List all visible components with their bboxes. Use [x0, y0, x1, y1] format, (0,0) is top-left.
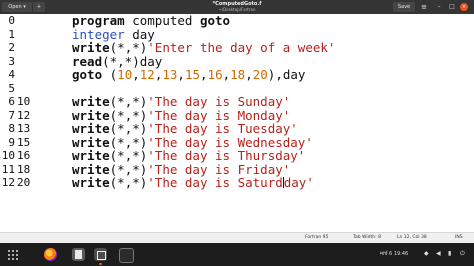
status-bar: Fortran 95 Tab Width: 8 Ln 12, Col 38 IN… — [0, 232, 474, 243]
volume-icon[interactable]: ◀ — [436, 251, 442, 257]
insert-mode: INS — [455, 235, 463, 240]
hamburger-menu-icon[interactable]: ≡ — [418, 2, 430, 12]
code-text: (*,*) — [109, 175, 148, 190]
line-number: 8 — [8, 122, 15, 135]
files-icon[interactable] — [72, 248, 85, 261]
code-line: write(*,*)'The day is Monday' — [72, 108, 290, 123]
code-text: ),day — [267, 67, 306, 82]
line-number: 11 — [1, 162, 15, 176]
save-button[interactable]: Save — [393, 2, 415, 12]
statement-label: 13 — [17, 122, 31, 135]
number-literal: 13 — [162, 67, 178, 82]
comma: , — [222, 67, 231, 82]
comma: , — [132, 67, 140, 82]
number-literal: 16 — [207, 67, 223, 82]
open-label: Open — [8, 4, 22, 10]
comma: , — [245, 67, 253, 82]
line-number-gutter: 0 1 2 3 4 5 6 7 8 9 10 11 12 10 12 13 15… — [0, 14, 34, 232]
statement-label: 16 — [17, 149, 31, 162]
statement-label: 10 — [17, 95, 31, 108]
code-line: write(*,*)'The day is Friday' — [72, 162, 290, 177]
taskbar: मार्च 6 19:46 ◆ ◀ ▮ ⏻ — [0, 243, 474, 266]
string-literal: 'Enter the day of a week' — [147, 40, 336, 55]
comma: , — [177, 67, 185, 82]
code-line: goto (10,12,13,15,16,18,20),day — [72, 68, 305, 82]
statement-label: 12 — [17, 108, 31, 122]
text-editor[interactable]: 0 1 2 3 4 5 6 7 8 9 10 11 12 10 12 13 15… — [0, 14, 474, 232]
code-line: write(*,*)'The day is Sunday' — [72, 95, 290, 109]
text-editor-icon[interactable] — [94, 248, 107, 261]
number-literal: 10 — [117, 67, 133, 82]
number-literal: 18 — [230, 67, 246, 82]
network-icon[interactable]: ◆ — [424, 251, 430, 257]
statement-label: 18 — [17, 162, 31, 176]
code-line: program computed goto — [72, 14, 230, 28]
number-literal: 20 — [252, 67, 268, 82]
chevron-down-icon: ▾ — [23, 4, 26, 10]
battery-icon[interactable]: ▮ — [448, 251, 454, 257]
tab-width-selector[interactable]: Tab Width: 8 — [353, 235, 381, 241]
line-number: 0 — [8, 14, 15, 27]
line-number: 9 — [8, 135, 15, 149]
close-icon[interactable]: × — [460, 3, 468, 11]
keyword: goto — [72, 67, 103, 82]
string-literal: 'The day is Saturd — [147, 175, 283, 190]
clock[interactable]: मार्च 6 19:46 — [380, 250, 408, 258]
code-line: integer day — [72, 27, 155, 42]
new-document-button[interactable]: + — [33, 2, 45, 12]
header-bar: Open ▾ + *ComputedGoto.f ~/Desktop/Fortr… — [0, 0, 474, 14]
code-line: read(*,*)day — [72, 54, 162, 69]
line-number: 5 — [8, 81, 15, 95]
line-number: 1 — [8, 27, 15, 41]
language-selector[interactable]: Fortran 95 — [305, 235, 328, 241]
maximize-icon[interactable]: □ — [447, 3, 457, 11]
statement-label: 15 — [17, 135, 31, 149]
line-number: 2 — [8, 41, 15, 54]
statement-label: 20 — [17, 176, 31, 189]
cursor-position[interactable]: Ln 12, Col 38 — [397, 235, 427, 241]
code-text: ( — [102, 67, 118, 82]
line-number: 10 — [1, 149, 15, 162]
code-line: write(*,*)'Enter the day of a week' — [72, 41, 335, 55]
plus-icon: + — [36, 4, 42, 10]
keyword: goto — [199, 13, 231, 28]
terminal-icon[interactable] — [119, 248, 134, 263]
line-number: 6 — [8, 95, 15, 108]
keyword: write — [72, 175, 110, 190]
power-icon[interactable]: ⏻ — [460, 251, 466, 257]
code-line: write(*,*)'The day is Tuesday' — [72, 122, 298, 136]
line-number: 12 — [1, 176, 15, 189]
string-literal: day' — [283, 175, 314, 190]
line-number: 4 — [8, 68, 15, 81]
app-grid-icon[interactable] — [6, 248, 19, 261]
number-literal: 12 — [139, 67, 155, 82]
comma: , — [200, 67, 208, 82]
code-line: write(*,*)'The day is Saturdday' — [72, 176, 314, 190]
number-literal: 15 — [184, 67, 201, 82]
code-line: write(*,*)'The day is Thursday' — [72, 149, 305, 163]
open-button[interactable]: Open ▾ — [2, 2, 32, 12]
code-line: write(*,*)'The day is Wednesday' — [72, 135, 313, 150]
line-number: 7 — [8, 108, 15, 122]
window-path: ~/Desktop/Fortran — [218, 7, 256, 12]
active-app-indicator — [99, 263, 102, 265]
line-number: 3 — [8, 54, 15, 68]
firefox-icon[interactable] — [44, 248, 57, 261]
minimize-icon[interactable]: – — [434, 3, 444, 11]
